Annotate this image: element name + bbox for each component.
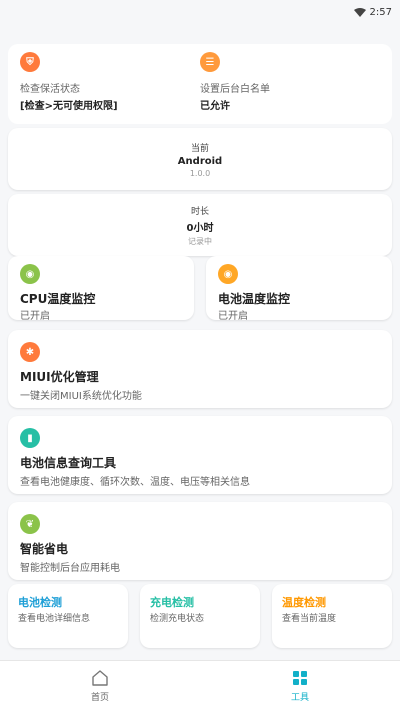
- list-card-title: MIUI优化管理: [20, 370, 99, 384]
- cpu-temp-title: CPU温度监控: [20, 292, 96, 306]
- whitelist-label: 设置后台白名单: [200, 84, 270, 95]
- nav-label: 首页: [90, 693, 109, 703]
- list-card-sub: 一键关闭MIUI系统优化功能: [20, 391, 142, 402]
- list-card-sub: 智能控制后台应用耗电: [20, 563, 120, 574]
- wrench-icon: ✱: [20, 342, 40, 362]
- keepalive-label: 检查保活状态: [20, 84, 80, 95]
- info-line3: 记录中: [188, 236, 212, 246]
- mini-card-sub: 检测充电状态: [150, 614, 205, 624]
- info-line1: 时长: [190, 206, 209, 217]
- whitelist-status[interactable]: ☰ 设置后台白名单 已允许: [200, 52, 270, 112]
- list-card-sub: 查看电池健康度、循环次数、温度、电压等相关信息: [20, 477, 250, 488]
- keepalive-status[interactable]: ⛨ 检查保活状态 [检查>无可使用权限]: [20, 52, 118, 112]
- tools-icon: [293, 671, 307, 685]
- shield-icon: ⛨: [20, 52, 40, 72]
- info-line2: 0小时: [186, 222, 214, 234]
- wifi-icon: [353, 7, 366, 17]
- home-icon: [92, 670, 108, 686]
- status-bar: 2:57: [0, 0, 400, 24]
- charging-check-card[interactable]: 充电检测 检测充电状态: [140, 584, 260, 648]
- thermometer-icon: ◉: [20, 264, 40, 284]
- status-time: 2:57: [369, 6, 392, 18]
- list-card-title: 电池信息查询工具: [20, 456, 117, 470]
- keepalive-value: [检查>无可使用权限]: [20, 101, 118, 112]
- mini-card-sub: 查看当前温度: [282, 614, 337, 624]
- battery-check-card[interactable]: 电池检测 查看电池详细信息: [8, 584, 128, 648]
- nav-label: 工具: [290, 693, 309, 703]
- mini-card-title: 电池检测: [18, 596, 62, 609]
- info-line3: 1.0.0: [189, 168, 211, 178]
- cpu-temp-card[interactable]: ◉ CPU温度监控 已开启: [8, 256, 194, 322]
- nav-tools[interactable]: 工具: [200, 661, 400, 711]
- miui-optimization-card[interactable]: ✱ MIUI优化管理 一键关闭MIUI系统优化功能: [8, 330, 392, 408]
- temperature-check-card[interactable]: 温度检测 查看当前温度: [272, 584, 392, 648]
- bottom-nav: 首页 工具: [0, 660, 400, 711]
- smart-power-card[interactable]: ❦ 智能省电 智能控制后台应用耗电: [8, 502, 392, 580]
- mini-card-title: 充电检测: [150, 596, 194, 609]
- info-card-duration[interactable]: 时长 0小时 记录中: [8, 194, 392, 256]
- list-card-title: 智能省电: [20, 542, 69, 556]
- flame-icon: ◉: [218, 264, 238, 284]
- top-status-card: ⛨ 检查保活状态 [检查>无可使用权限] ☰ 设置后台白名单 已允许: [8, 44, 392, 124]
- info-line2: Android: [177, 155, 223, 167]
- cpu-temp-sub: 已开启: [20, 311, 50, 322]
- whitelist-value: 已允许: [200, 101, 230, 112]
- mini-card-title: 温度检测: [282, 596, 326, 609]
- nav-home[interactable]: 首页: [0, 661, 200, 711]
- battery-temp-card[interactable]: ◉ 电池温度监控 已开启: [206, 256, 392, 322]
- battery-info-card[interactable]: ▮ 电池信息查询工具 查看电池健康度、循环次数、温度、电压等相关信息: [8, 416, 392, 494]
- battery-temp-sub: 已开启: [218, 311, 248, 322]
- leaf-icon: ❦: [20, 514, 40, 534]
- battery-icon: ▮: [20, 428, 40, 448]
- mini-card-sub: 查看电池详细信息: [18, 614, 91, 624]
- info-card-version[interactable]: 当前 Android 1.0.0: [8, 128, 392, 190]
- info-line1: 当前: [190, 143, 209, 154]
- list-icon: ☰: [200, 52, 220, 72]
- battery-temp-title: 电池温度监控: [218, 292, 291, 306]
